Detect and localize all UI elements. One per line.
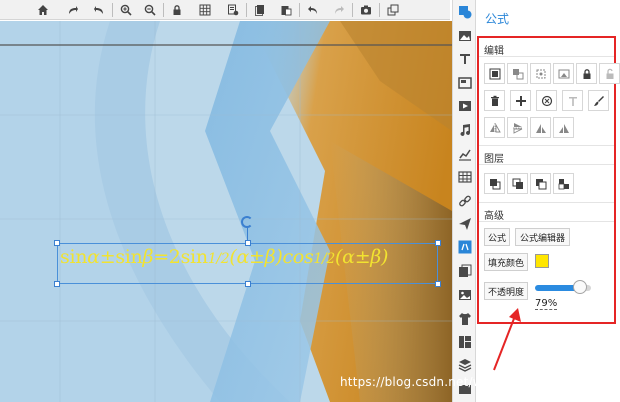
- zoom-in-icon[interactable]: [117, 1, 135, 19]
- lock-icon[interactable]: [576, 63, 597, 84]
- resize-handle[interactable]: [435, 240, 441, 246]
- formula-text[interactable]: sinα±sinβ=2sin1/2(α±β)cos1/2(α±β): [60, 246, 388, 268]
- music-icon[interactable]: [458, 123, 472, 137]
- toolbar-divider: [352, 2, 353, 17]
- section-divider: [479, 56, 614, 57]
- fill-color-label: 填充颜色: [484, 253, 528, 271]
- flip-vertical-icon[interactable]: [507, 117, 528, 138]
- link-icon[interactable]: [458, 194, 472, 208]
- crop-icon[interactable]: [530, 63, 551, 84]
- formula-editor-button[interactable]: 公式编辑器: [515, 228, 570, 246]
- resize-handle[interactable]: [435, 281, 441, 287]
- toolbar-divider: [246, 2, 247, 17]
- grid-icon[interactable]: [196, 1, 214, 19]
- opacity-value: 79%: [535, 298, 558, 310]
- formula-button[interactable]: 公式: [484, 228, 510, 246]
- send-to-back-icon[interactable]: [553, 173, 574, 194]
- flip-horizontal-icon[interactable]: [484, 117, 505, 138]
- resize-handle[interactable]: [245, 240, 251, 246]
- layout-icon[interactable]: [458, 335, 472, 349]
- resize-handle[interactable]: [54, 281, 60, 287]
- replace-image-icon[interactable]: [553, 63, 574, 84]
- formula-selection[interactable]: sinα±sinβ=2sin1/2(α±β)cos1/2(α±β): [54, 240, 441, 287]
- text-icon[interactable]: [458, 52, 472, 66]
- send-backward-icon[interactable]: [530, 173, 551, 194]
- layers-copy-icon[interactable]: [458, 264, 472, 278]
- resize-handle[interactable]: [245, 281, 251, 287]
- add-icon[interactable]: [510, 90, 531, 111]
- rotate-handle[interactable]: [241, 216, 253, 228]
- slide-canvas[interactable]: [0, 21, 452, 402]
- watermark: https://blog.csdn.net/weixin_43744600: [340, 375, 582, 389]
- background-image: [0, 21, 452, 402]
- stack-icon[interactable]: [458, 358, 472, 372]
- redo-icon[interactable]: [330, 1, 348, 19]
- section-divider: [479, 145, 614, 146]
- tool-strip: [452, 0, 476, 402]
- unlock-icon[interactable]: [599, 63, 620, 84]
- image-icon[interactable]: [458, 29, 472, 43]
- gallery-icon[interactable]: [458, 288, 472, 302]
- undo-icon[interactable]: [304, 1, 322, 19]
- section-divider: [479, 202, 614, 203]
- opacity-slider-knob[interactable]: [573, 280, 587, 294]
- bring-forward-icon[interactable]: [507, 173, 528, 194]
- zoom-out-icon[interactable]: [141, 1, 159, 19]
- section-advanced-heading: 高级: [484, 211, 504, 222]
- clear-format-icon[interactable]: [224, 1, 242, 19]
- lock-icon[interactable]: [168, 1, 186, 19]
- plane-icon[interactable]: [458, 217, 472, 231]
- rotate-right-icon[interactable]: [553, 117, 574, 138]
- bring-to-front-icon[interactable]: [484, 173, 505, 194]
- redo-step-icon[interactable]: [64, 1, 82, 19]
- toolbar-divider: [163, 2, 164, 17]
- text-style-icon[interactable]: [562, 90, 583, 111]
- opacity-label: 不透明度: [484, 282, 528, 300]
- section-divider: [479, 221, 614, 222]
- delete-icon[interactable]: [484, 90, 505, 111]
- brush-icon[interactable]: [588, 90, 609, 111]
- frame-icon[interactable]: [458, 76, 472, 90]
- ungroup-icon[interactable]: [507, 63, 528, 84]
- panel-title: 公式: [485, 12, 510, 26]
- annotation-arrow: [493, 308, 521, 371]
- toolbar-divider: [379, 2, 380, 17]
- resize-handle[interactable]: [54, 240, 60, 246]
- section-divider: [479, 164, 614, 165]
- copy-icon[interactable]: [251, 1, 269, 19]
- paste-icon[interactable]: [277, 1, 295, 19]
- table-icon[interactable]: [458, 170, 472, 184]
- toolbar-divider: [112, 2, 113, 17]
- formula-icon[interactable]: [458, 240, 472, 254]
- undo-step-icon[interactable]: [90, 1, 108, 19]
- section-layer-heading: 图层: [484, 154, 504, 165]
- reset-icon[interactable]: [536, 90, 557, 111]
- shape-icon[interactable]: [458, 5, 472, 19]
- window-icon[interactable]: [384, 1, 402, 19]
- chart-icon[interactable]: [458, 147, 472, 161]
- group-icon[interactable]: [484, 63, 505, 84]
- toolbar-divider: [299, 2, 300, 17]
- rotate-left-icon[interactable]: [530, 117, 551, 138]
- fill-color-swatch[interactable]: [535, 254, 549, 268]
- video-icon[interactable]: [458, 99, 472, 113]
- camera-icon[interactable]: [357, 1, 375, 19]
- top-toolbar: [0, 0, 450, 20]
- shirt-icon[interactable]: [458, 312, 472, 326]
- home-icon[interactable]: [34, 1, 52, 19]
- section-edit-heading: 编辑: [484, 46, 504, 57]
